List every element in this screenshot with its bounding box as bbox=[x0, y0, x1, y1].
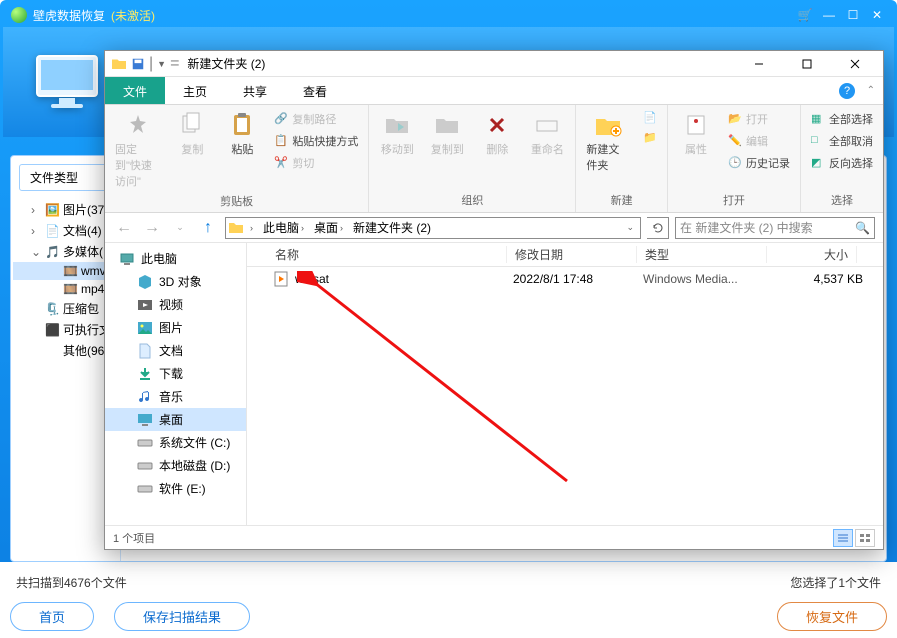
select-none-button[interactable]: □全部取消 bbox=[807, 131, 877, 151]
cart-icon[interactable]: 🛒 bbox=[796, 8, 814, 22]
bg-status-left: 共扫描到4676个文件 bbox=[16, 574, 127, 594]
history-button[interactable]: 🕒历史记录 bbox=[724, 153, 794, 173]
tree-node[interactable]: 🗜️压缩包 bbox=[13, 298, 118, 319]
save-icon[interactable] bbox=[131, 57, 145, 71]
view-icons-button[interactable] bbox=[855, 529, 875, 547]
col-date[interactable]: 修改日期 bbox=[507, 246, 637, 263]
copy-path-button[interactable]: 🔗复制路径 bbox=[270, 109, 362, 129]
bg-app-title: 壁虎数据恢复 bbox=[33, 7, 105, 24]
tab-share[interactable]: 共享 bbox=[225, 77, 285, 104]
tree-node[interactable]: ›🖼️图片(37 bbox=[13, 199, 118, 220]
search-icon: 🔍 bbox=[855, 221, 870, 235]
column-headers[interactable]: 名称 修改日期 类型 大小 bbox=[247, 243, 883, 267]
window-title: 新建文件夹 (2) bbox=[187, 55, 265, 72]
nav-pictures[interactable]: 图片 bbox=[105, 316, 246, 339]
minimize-icon[interactable]: — bbox=[820, 8, 838, 22]
tab-home[interactable]: 主页 bbox=[165, 77, 225, 104]
nav-3d-objects[interactable]: 3D 对象 bbox=[105, 270, 246, 293]
recover-file-button[interactable]: 恢复文件 bbox=[777, 602, 887, 631]
nav-documents[interactable]: 文档 bbox=[105, 339, 246, 362]
copy-button[interactable]: 复制 bbox=[170, 109, 214, 159]
status-item-count: 1 个项目 bbox=[113, 530, 155, 546]
qa-dropdown-icon[interactable]: ▼ bbox=[157, 59, 166, 69]
save-scan-button[interactable]: 保存扫描结果 bbox=[114, 602, 250, 631]
ribbon: 固定到"快速访问" 复制 粘贴 🔗复制路径 📋粘贴快捷方式 ✂️剪切 剪贴板 bbox=[105, 105, 883, 213]
select-all-button[interactable]: ▦全部选择 bbox=[807, 109, 877, 129]
rename-button[interactable]: 重命名 bbox=[525, 109, 569, 159]
view-details-button[interactable] bbox=[833, 529, 853, 547]
search-input[interactable]: 在 新建文件夹 (2) 中搜索 🔍 bbox=[675, 217, 875, 239]
nav-drive-d[interactable]: 本地磁盘 (D:) bbox=[105, 454, 246, 477]
annotation-arrow bbox=[297, 271, 577, 491]
properties-button[interactable]: 属性 bbox=[674, 109, 718, 159]
pin-quick-access-button[interactable]: 固定到"快速访问" bbox=[111, 109, 164, 191]
col-size[interactable]: 大小 bbox=[767, 246, 857, 263]
open-button[interactable]: 📂打开 bbox=[724, 109, 794, 129]
tree-node[interactable]: ⌄🎵多媒体( bbox=[13, 241, 118, 262]
tab-view[interactable]: 查看 bbox=[285, 77, 345, 104]
new-folder-button[interactable]: 新建文件夹 bbox=[582, 109, 633, 175]
edit-button[interactable]: ✏️编辑 bbox=[724, 131, 794, 151]
ribbon-group-select: 选择 bbox=[807, 190, 877, 212]
collapse-ribbon-icon[interactable]: ⌃ bbox=[867, 85, 875, 96]
nav-pane: 此电脑 3D 对象 视频 图片 文档 下载 音乐 桌面 系统文件 (C:) 本地… bbox=[105, 243, 247, 525]
delete-button[interactable]: 删除 bbox=[475, 109, 519, 159]
tree-node[interactable]: ›📄文档(4) bbox=[13, 220, 118, 241]
maximize-icon[interactable]: ☐ bbox=[844, 8, 862, 22]
tree-node[interactable]: 其他(96 bbox=[13, 340, 118, 361]
explorer-titlebar[interactable]: | ▼ = 新建文件夹 (2) bbox=[105, 51, 883, 77]
nav-up-button[interactable]: ↑ bbox=[197, 217, 219, 239]
bg-app-status: (未激活) bbox=[111, 7, 155, 24]
nav-music[interactable]: 音乐 bbox=[105, 385, 246, 408]
nav-drive-e[interactable]: 软件 (E:) bbox=[105, 477, 246, 500]
paste-shortcut-button[interactable]: 📋粘贴快捷方式 bbox=[270, 131, 362, 151]
ribbon-group-open: 打开 bbox=[674, 190, 794, 212]
media-file-icon bbox=[273, 271, 289, 287]
folder-icon bbox=[228, 220, 244, 236]
bg-app-logo bbox=[11, 7, 27, 23]
folder-icon bbox=[111, 56, 127, 72]
nav-downloads[interactable]: 下载 bbox=[105, 362, 246, 385]
col-type[interactable]: 类型 bbox=[637, 246, 767, 263]
breadcrumb-segment[interactable]: 此电脑› bbox=[259, 219, 308, 236]
file-row[interactable]: winsat 2022/8/1 17:48 Windows Media... 4… bbox=[247, 267, 883, 291]
cut-button[interactable]: ✂️剪切 bbox=[270, 153, 362, 173]
paste-button[interactable]: 粘贴 bbox=[220, 109, 264, 159]
bg-status-right: 您选择了1个文件 bbox=[790, 574, 881, 594]
breadcrumb-segment[interactable]: 桌面› bbox=[310, 219, 347, 236]
refresh-button[interactable] bbox=[647, 217, 669, 239]
home-button[interactable]: 首页 bbox=[10, 602, 94, 631]
ribbon-group-new: 新建 bbox=[582, 190, 661, 212]
easy-access-button[interactable]: 📁 bbox=[639, 129, 661, 147]
maximize-button[interactable] bbox=[785, 51, 829, 77]
tab-file[interactable]: 文件 bbox=[105, 77, 165, 104]
minimize-button[interactable] bbox=[737, 51, 781, 77]
nav-forward-button[interactable]: → bbox=[141, 217, 163, 239]
nav-this-pc[interactable]: 此电脑 bbox=[105, 247, 246, 270]
nav-back-button[interactable]: ← bbox=[113, 217, 135, 239]
nav-desktop[interactable]: 桌面 bbox=[105, 408, 246, 431]
tree-node[interactable]: 🎞️wmv bbox=[13, 262, 118, 280]
explorer-window: | ▼ = 新建文件夹 (2) 文件 主页 共享 查看 ⌃ ? 固定到"快速访问… bbox=[104, 50, 884, 550]
ribbon-group-clipboard: 剪贴板 bbox=[111, 191, 362, 213]
nav-drive-c[interactable]: 系统文件 (C:) bbox=[105, 431, 246, 454]
close-icon[interactable]: ✕ bbox=[868, 8, 886, 22]
col-name[interactable]: 名称 bbox=[267, 246, 507, 263]
tree-node[interactable]: ⬛可执行文 bbox=[13, 319, 118, 340]
address-bar[interactable]: › 此电脑› 桌面› 新建文件夹 (2) ⌄ bbox=[225, 217, 641, 239]
new-item-button[interactable]: 📄 bbox=[639, 109, 661, 127]
nav-videos[interactable]: 视频 bbox=[105, 293, 246, 316]
breadcrumb-segment[interactable]: 新建文件夹 (2) bbox=[349, 219, 435, 236]
bg-filetype-tab[interactable]: 文件类型 bbox=[19, 164, 112, 191]
close-button[interactable] bbox=[833, 51, 877, 77]
file-pane: 名称 修改日期 类型 大小 winsat 2022/8/1 17:48 Wind… bbox=[247, 243, 883, 525]
tree-node[interactable]: 🎞️mp4 bbox=[13, 280, 118, 298]
move-to-button[interactable]: 移动到 bbox=[375, 109, 419, 159]
nav-recent-button[interactable]: ⌄ bbox=[169, 217, 191, 239]
ribbon-group-organize: 组织 bbox=[375, 190, 569, 212]
address-dropdown-icon[interactable]: ⌄ bbox=[622, 222, 638, 233]
copy-to-button[interactable]: 复制到 bbox=[425, 109, 469, 159]
select-invert-button[interactable]: ◩反向选择 bbox=[807, 153, 877, 173]
help-icon[interactable]: ? bbox=[839, 83, 855, 99]
